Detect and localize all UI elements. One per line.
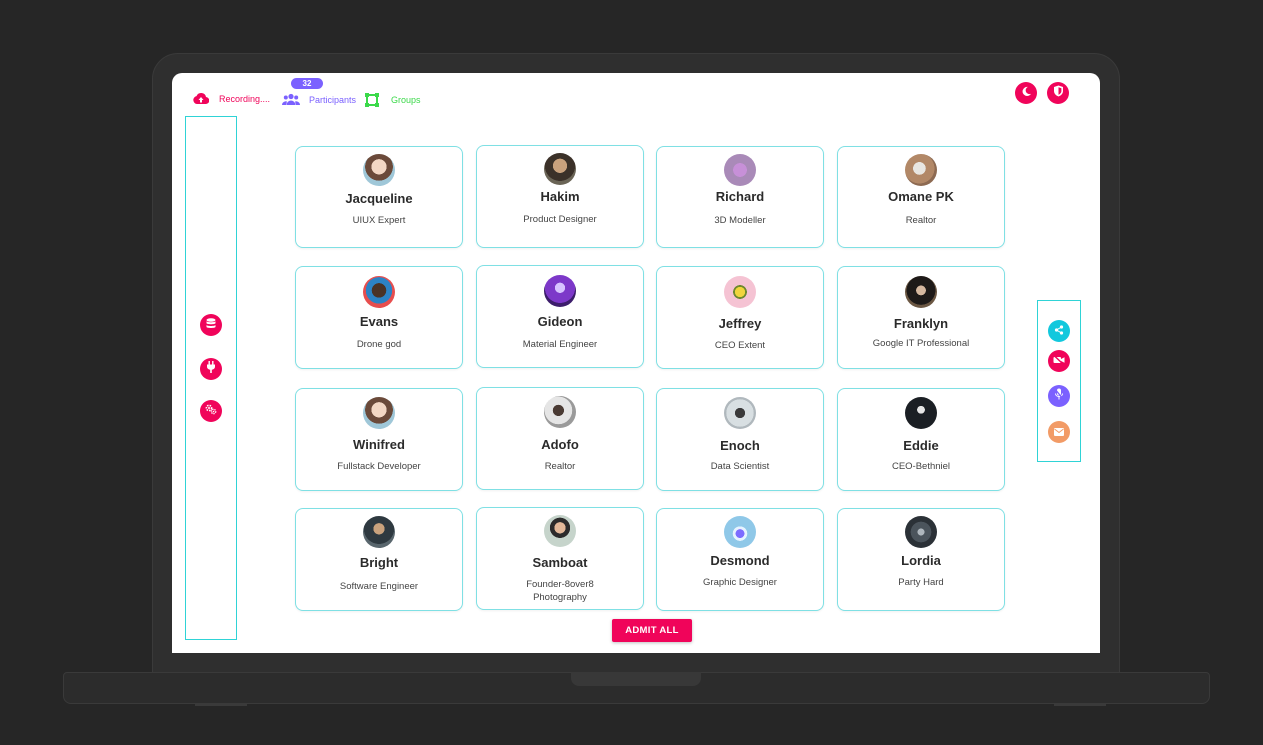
participant-card[interactable]: Adofo Realtor: [476, 387, 644, 490]
participant-role: Realtor: [544, 461, 576, 472]
avatar: [724, 276, 756, 308]
laptop-foot-right: [1054, 704, 1106, 706]
participant-name: Jeffrey: [718, 316, 762, 331]
laptop-notch: [571, 672, 701, 686]
laptop-foot-left: [195, 704, 247, 706]
avatar: [363, 397, 395, 429]
participant-role: Product Designer: [523, 214, 597, 225]
participant-role: Graphic Designer: [703, 577, 777, 588]
admit-all-button[interactable]: ADMIT ALL: [612, 619, 692, 642]
avatar: [905, 516, 937, 548]
participant-card[interactable]: Franklyn Google IT Professional: [837, 266, 1005, 369]
participant-name: Hakim: [540, 189, 580, 204]
video-toggle-button[interactable]: [1048, 350, 1070, 372]
participant-card[interactable]: Hakim Product Designer: [476, 145, 644, 248]
participant-name: Franklyn: [893, 316, 949, 331]
participant-card[interactable]: Samboat Founder-8over8 Photography: [476, 507, 644, 610]
participant-name: Gideon: [537, 314, 583, 329]
avatar: [724, 397, 756, 429]
theme-toggle-button[interactable]: [1015, 82, 1037, 104]
chat-icon: [1054, 423, 1064, 441]
participant-role: CEO Extent: [714, 340, 766, 351]
participant-role: Party Hard: [898, 577, 944, 588]
participant-name: Eddie: [903, 438, 939, 453]
participant-role: Data Scientist: [710, 461, 770, 472]
share-icon: [1054, 322, 1064, 340]
avatar: [724, 516, 756, 548]
avatar: [905, 276, 937, 308]
participant-name: Samboat: [532, 555, 588, 570]
participant-card[interactable]: Lordia Party Hard: [837, 508, 1005, 611]
participant-role: Realtor: [905, 215, 937, 226]
participant-card[interactable]: Winifred Fullstack Developer: [295, 388, 463, 491]
participant-role: 3D Modeller: [714, 215, 766, 226]
participant-name: Richard: [715, 189, 765, 204]
avatar: [905, 397, 937, 429]
participant-role: Drone god: [356, 339, 402, 350]
participant-card[interactable]: Evans Drone god: [295, 266, 463, 369]
chat-button[interactable]: [1048, 421, 1070, 443]
groups-label: Groups: [391, 95, 421, 105]
database-button[interactable]: [200, 314, 222, 336]
right-toolbar: [1037, 300, 1081, 462]
left-toolbar: [185, 116, 237, 640]
avatar: [544, 515, 576, 547]
participant-role: Software Engineer: [339, 581, 419, 592]
participant-name: Desmond: [710, 553, 770, 568]
video-off-icon: [1053, 352, 1065, 370]
moon-icon: [1021, 84, 1032, 102]
groups-tab[interactable]: Groups: [365, 93, 421, 107]
participant-name: Omane PK: [888, 189, 954, 204]
participants-label: Participants: [309, 94, 357, 105]
participant-card[interactable]: Richard 3D Modeller: [656, 146, 824, 248]
mic-toggle-button[interactable]: [1048, 385, 1070, 407]
avatar: [363, 154, 395, 186]
participant-name: Jacqueline: [345, 191, 413, 206]
avatar: [363, 516, 395, 548]
security-button[interactable]: [1047, 82, 1069, 104]
avatar: [544, 153, 576, 185]
participant-card[interactable]: Eddie CEO-Bethniel: [837, 388, 1005, 491]
participant-role: Google IT Professional: [872, 338, 970, 349]
participant-card[interactable]: Jacqueline UIUX Expert: [295, 146, 463, 248]
participant-name: Adofo: [541, 437, 579, 452]
participant-card[interactable]: Omane PK Realtor: [837, 146, 1005, 248]
participant-name: Lordia: [901, 553, 941, 568]
participant-card[interactable]: Jeffrey CEO Extent: [656, 266, 824, 369]
mic-off-icon: [1054, 387, 1064, 405]
recording-status[interactable]: Recording....: [193, 92, 270, 106]
meeting-screen: Recording.... 32 Participants Groups Jac…: [172, 73, 1100, 653]
participant-card[interactable]: Enoch Data Scientist: [656, 388, 824, 491]
participants-count-badge: 32: [291, 78, 323, 89]
participant-role: Founder-8over8 Photography: [526, 579, 594, 603]
avatar: [724, 154, 756, 186]
participant-name: Enoch: [720, 438, 760, 453]
participant-role: UIUX Expert: [352, 215, 406, 226]
participant-role: Material Engineer: [522, 339, 598, 350]
avatar: [905, 154, 937, 186]
share-button[interactable]: [1048, 320, 1070, 342]
participant-name: Evans: [359, 314, 399, 329]
participants-tab[interactable]: Participants: [282, 93, 356, 106]
shield-icon: [1053, 84, 1064, 102]
avatar: [544, 396, 576, 428]
participant-name: Winifred: [353, 437, 405, 452]
avatar: [363, 276, 395, 308]
participant-card[interactable]: Desmond Graphic Designer: [656, 508, 824, 611]
users-icon: [282, 93, 300, 106]
database-icon: [206, 316, 216, 334]
participant-role: Fullstack Developer: [337, 461, 421, 472]
groups-square-icon: [365, 93, 379, 107]
cloud-upload-icon: [193, 92, 209, 106]
settings-cog-icon: [205, 402, 217, 420]
participant-card[interactable]: Gideon Material Engineer: [476, 265, 644, 368]
plug-button[interactable]: [200, 358, 222, 380]
participant-card[interactable]: Bright Software Engineer: [295, 508, 463, 611]
settings-button[interactable]: [200, 400, 222, 422]
avatar: [544, 275, 576, 307]
participant-name: Bright: [359, 555, 399, 570]
recording-label: Recording....: [219, 94, 271, 104]
participant-role: CEO-Bethniel: [891, 461, 951, 472]
plug-icon: [206, 360, 216, 378]
